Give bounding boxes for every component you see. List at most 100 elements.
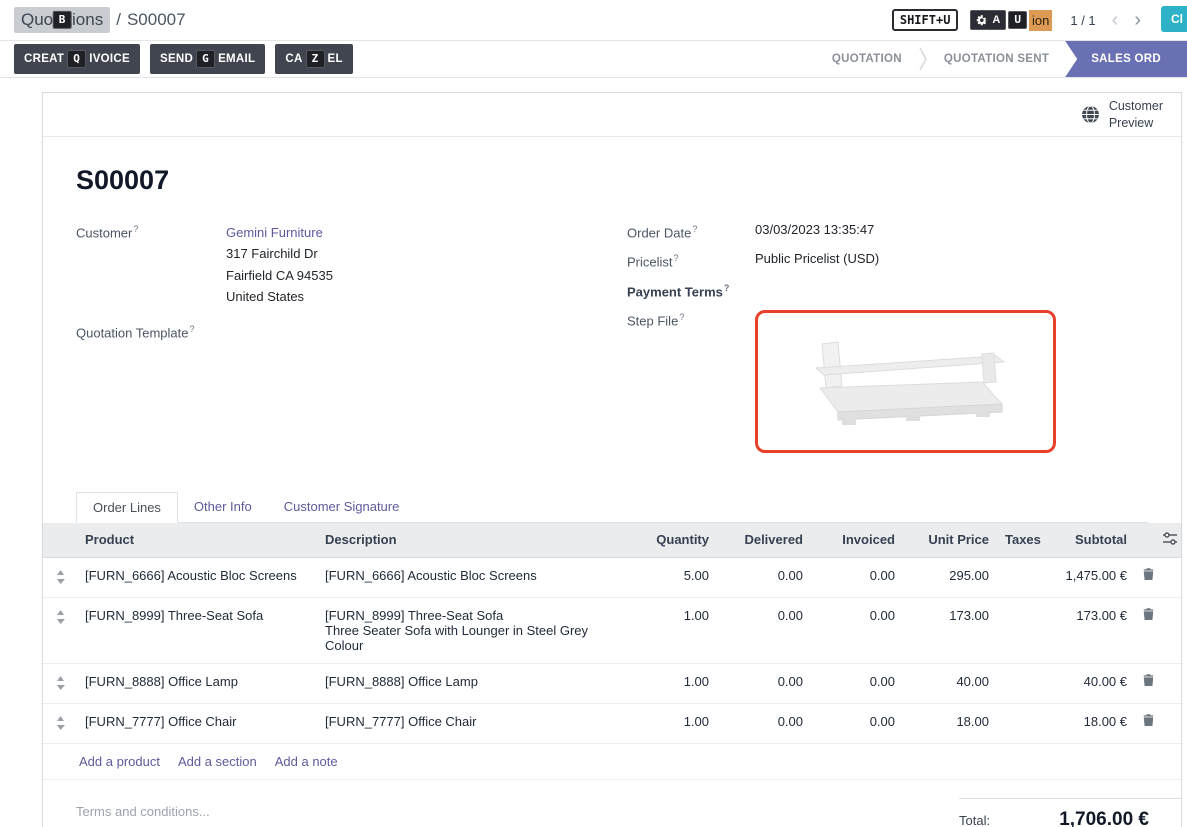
cell-quantity[interactable]: 1.00 xyxy=(625,703,717,743)
form-grid: Customer? Gemini Furniture 317 Fairchild… xyxy=(76,222,1148,464)
cell-product[interactable]: [FURN_6666] Acoustic Bloc Screens xyxy=(77,557,317,597)
cell-product[interactable]: [FURN_7777] Office Chair xyxy=(77,703,317,743)
column-header-product: Product xyxy=(77,523,317,558)
delete-line-button[interactable] xyxy=(1135,557,1159,597)
trash-icon xyxy=(1143,568,1154,581)
cell-taxes[interactable] xyxy=(997,703,1043,743)
cell-delivered[interactable]: 0.00 xyxy=(717,557,811,597)
column-header-quantity: Quantity xyxy=(625,523,717,558)
field-step-file: Step File? xyxy=(627,310,1148,453)
spacer-cell xyxy=(1159,703,1181,743)
order-lines-table: Product Description Quantity Delivered I… xyxy=(43,523,1181,744)
column-header-description: Description xyxy=(317,523,625,558)
send-email-button[interactable]: SEND G EMAIL xyxy=(150,44,265,74)
drag-handle[interactable] xyxy=(43,663,77,703)
cell-quantity[interactable]: 1.00 xyxy=(625,663,717,703)
step-file-image[interactable] xyxy=(755,310,1056,453)
add-product-link[interactable]: Add a product xyxy=(79,754,160,769)
cell-subtotal: 1,475.00 € xyxy=(1043,557,1135,597)
spacer-cell xyxy=(1159,663,1181,703)
shortcut-hint-shift-u: SHIFT+U xyxy=(892,9,959,31)
delete-line-button[interactable] xyxy=(1135,597,1159,663)
add-note-link[interactable]: Add a note xyxy=(275,754,338,769)
action-menu-button[interactable]: A U ion xyxy=(970,10,1052,31)
shortcut-hint-b: B xyxy=(53,11,72,29)
terms-placeholder[interactable]: Terms and conditions... xyxy=(76,804,210,819)
notebook-tabs: Order Lines Other Info Customer Signatur… xyxy=(76,492,1148,523)
add-section-link[interactable]: Add a section xyxy=(178,754,257,769)
cell-description[interactable]: [FURN_8999] Three-Seat Sofa Three Seater… xyxy=(317,597,625,663)
optional-columns-header xyxy=(1159,523,1181,558)
column-header-invoiced: Invoiced xyxy=(811,523,903,558)
breadcrumb-parent-link[interactable]: Quotations B xyxy=(14,7,110,33)
statusbar: QUOTATION QUOTATION SENT SALES ORD xyxy=(816,41,1187,77)
customer-preview-link[interactable]: Customer Preview xyxy=(1109,98,1163,131)
send-email-label-post: EMAIL xyxy=(218,53,255,65)
delete-line-button[interactable] xyxy=(1135,703,1159,743)
drag-handle[interactable] xyxy=(43,557,77,597)
trash-icon xyxy=(1143,608,1154,621)
cancel-button[interactable]: CA Z EL xyxy=(275,44,352,74)
customer-name-link[interactable]: Gemini Furniture xyxy=(226,225,323,240)
field-pricelist: Pricelist? Public Pricelist (USD) xyxy=(627,251,1148,269)
cell-description[interactable]: [FURN_7777] Office Chair xyxy=(317,703,625,743)
trash-icon xyxy=(1143,714,1154,727)
status-step-quotation[interactable]: QUOTATION xyxy=(816,41,918,77)
tab-other-info[interactable]: Other Info xyxy=(178,492,268,522)
description-line1: [FURN_8999] Three-Seat Sofa xyxy=(325,608,503,623)
cell-description[interactable]: [FURN_8888] Office Lamp xyxy=(317,663,625,703)
cell-invoiced[interactable]: 0.00 xyxy=(811,597,903,663)
tab-order-lines[interactable]: Order Lines xyxy=(76,492,178,523)
order-line-row: [FURN_8888] Office Lamp [FURN_8888] Offi… xyxy=(43,663,1181,703)
record-pager: 1 / 1 ‹ › xyxy=(1070,10,1141,30)
cell-invoiced[interactable]: 0.00 xyxy=(811,663,903,703)
tab-customer-signature[interactable]: Customer Signature xyxy=(268,492,416,522)
breadcrumb-current: S00007 xyxy=(127,10,186,30)
spacer-cell xyxy=(1159,557,1181,597)
drag-handle[interactable] xyxy=(43,597,77,663)
cell-unit-price[interactable]: 18.00 xyxy=(903,703,997,743)
pricelist-value[interactable]: Public Pricelist (USD) xyxy=(755,251,879,269)
action-buttons: CREAT Q IVOICE SEND G EMAIL CA Z EL xyxy=(0,41,353,77)
cell-delivered[interactable]: 0.00 xyxy=(717,663,811,703)
breadcrumb-separator: / xyxy=(116,10,121,30)
cell-taxes[interactable] xyxy=(997,663,1043,703)
payment-terms-label: Payment Terms? xyxy=(627,281,755,299)
topbar-right-cluster: SHIFT+U A U ion 1 / 1 ‹ › xyxy=(892,9,1175,31)
cell-quantity[interactable]: 5.00 xyxy=(625,557,717,597)
gear-icon xyxy=(976,14,988,26)
total-value: 1,706.00 € xyxy=(1059,809,1149,827)
cell-description[interactable]: [FURN_6666] Acoustic Bloc Screens xyxy=(317,557,625,597)
drag-handle[interactable] xyxy=(43,703,77,743)
cell-product[interactable]: [FURN_8999] Three-Seat Sofa xyxy=(77,597,317,663)
cell-delivered[interactable]: 0.00 xyxy=(717,703,811,743)
cell-unit-price[interactable]: 173.00 xyxy=(903,597,997,663)
help-icon: ? xyxy=(679,312,684,322)
pager-next-icon[interactable]: › xyxy=(1134,10,1141,30)
column-options-icon[interactable] xyxy=(1163,532,1177,545)
pager-prev-icon[interactable]: ‹ xyxy=(1112,10,1119,30)
order-date-value[interactable]: 03/03/2023 13:35:47 xyxy=(755,222,874,240)
column-header-unit-price: Unit Price xyxy=(903,523,997,558)
cell-delivered[interactable]: 0.00 xyxy=(717,597,811,663)
trash-icon xyxy=(1143,674,1154,687)
cell-unit-price[interactable]: 295.00 xyxy=(903,557,997,597)
cell-quantity[interactable]: 1.00 xyxy=(625,597,717,663)
cell-invoiced[interactable]: 0.00 xyxy=(811,557,903,597)
status-step-quotation-sent[interactable]: QUOTATION SENT xyxy=(928,41,1065,77)
cell-product[interactable]: [FURN_8888] Office Lamp xyxy=(77,663,317,703)
cancel-label-pre: CA xyxy=(285,53,302,65)
action-bar: CREAT Q IVOICE SEND G EMAIL CA Z EL QUOT… xyxy=(0,40,1187,78)
card-top-strip: Customer Preview xyxy=(43,93,1181,137)
corner-teal-button[interactable]: Cl xyxy=(1161,6,1187,32)
card-footer: Terms and conditions... Total: 1,706.00 … xyxy=(76,780,1148,827)
cell-taxes[interactable] xyxy=(997,597,1043,663)
delete-line-button[interactable] xyxy=(1135,663,1159,703)
help-icon: ? xyxy=(674,253,679,263)
cell-unit-price[interactable]: 40.00 xyxy=(903,663,997,703)
cell-invoiced[interactable]: 0.00 xyxy=(811,703,903,743)
order-line-row: [FURN_6666] Acoustic Bloc Screens [FURN_… xyxy=(43,557,1181,597)
create-invoice-button[interactable]: CREAT Q IVOICE xyxy=(14,44,140,74)
cell-taxes[interactable] xyxy=(997,557,1043,597)
status-step-sales-order[interactable]: SALES ORD xyxy=(1065,41,1187,77)
